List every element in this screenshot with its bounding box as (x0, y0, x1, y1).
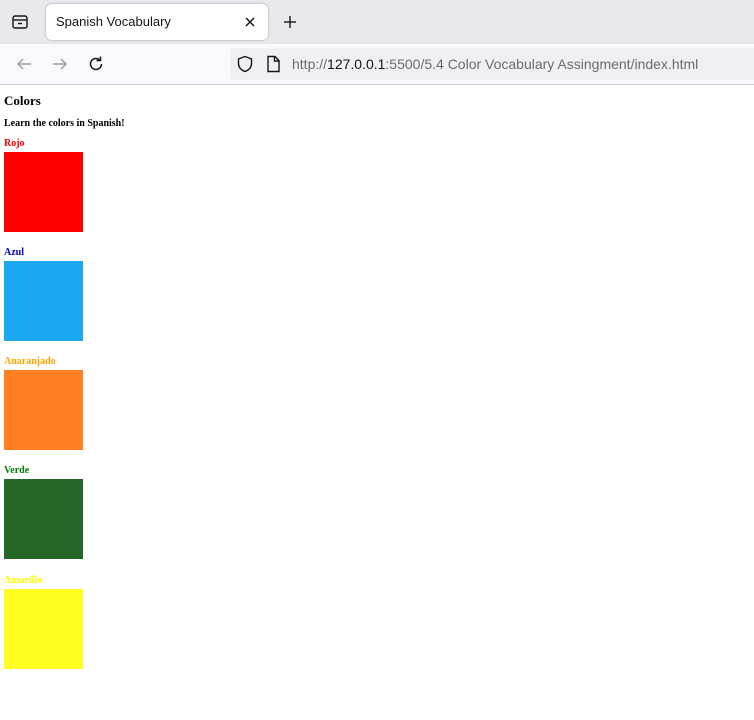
color-entry-verde: Verde (4, 465, 83, 559)
plus-icon (284, 16, 296, 28)
address-bar[interactable]: http://127.0.0.1:5500/5.4 Color Vocabula… (230, 48, 754, 80)
tab-title: Spanish Vocabulary (56, 14, 171, 29)
forward-arrow-icon (53, 58, 68, 70)
page-icon[interactable] (264, 55, 282, 73)
color-entry-amarillo: Amarillo (4, 575, 83, 669)
color-entry-rojo: Rojo (4, 138, 83, 232)
shield-icon[interactable] (236, 55, 254, 73)
color-name-amarillo: Amarillo (4, 575, 43, 586)
tab-bar: Spanish Vocabulary (0, 0, 754, 44)
tab-list-icon (12, 15, 28, 29)
url-host: 127.0.0.1 (327, 56, 386, 72)
new-tab-button[interactable] (274, 6, 306, 38)
page-subtitle: Learn the colors in Spanish! (4, 118, 125, 129)
color-name-rojo: Rojo (4, 138, 25, 149)
page-content: Colors Learn the colors in Spanish! Rojo… (0, 86, 754, 720)
color-entry-anaranjado: Anaranjado (4, 356, 83, 450)
tab-list-button[interactable] (4, 6, 36, 38)
color-name-verde: Verde (4, 465, 30, 476)
reload-icon (89, 56, 103, 71)
close-icon (245, 17, 255, 27)
color-name-azul: Azul (4, 247, 24, 258)
color-swatch-verde (4, 479, 83, 559)
back-button[interactable] (8, 48, 40, 80)
color-swatch-rojo (4, 152, 83, 232)
url-text[interactable]: http://127.0.0.1:5500/5.4 Color Vocabula… (292, 56, 698, 72)
tab-close-button[interactable] (238, 10, 262, 34)
color-swatch-azul (4, 261, 83, 341)
active-tab[interactable]: Spanish Vocabulary (46, 4, 268, 40)
page-heading: Colors (4, 93, 41, 108)
navigation-toolbar: http://127.0.0.1:5500/5.4 Color Vocabula… (0, 44, 754, 85)
color-swatch-amarillo (4, 589, 83, 669)
color-name-anaranjado: Anaranjado (4, 356, 56, 367)
reload-button[interactable] (80, 48, 112, 80)
color-entry-azul: Azul (4, 247, 83, 341)
forward-button[interactable] (44, 48, 76, 80)
back-arrow-icon (16, 58, 31, 70)
color-swatch-anaranjado (4, 370, 83, 450)
url-path: :5500/5.4 Color Vocabulary Assingment/in… (385, 56, 699, 72)
url-scheme: http:// (292, 56, 328, 72)
